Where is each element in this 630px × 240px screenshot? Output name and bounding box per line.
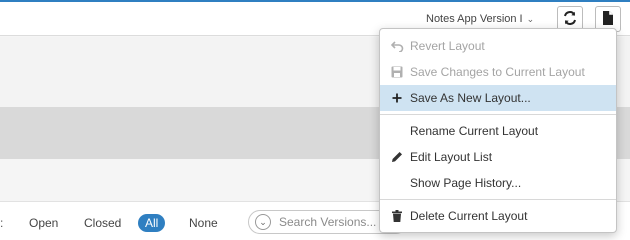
undo-icon	[390, 38, 404, 54]
menu-item-label: Delete Current Layout	[410, 209, 528, 223]
layout-menu: Revert Layout Save Changes to Current La…	[379, 28, 617, 233]
menu-item-label: Edit Layout List	[410, 150, 493, 164]
pencil-icon	[390, 149, 404, 165]
filter-closed[interactable]: Closed	[77, 214, 128, 232]
version-select-label: Notes App Version I	[426, 13, 523, 25]
chevron-down-icon: ⌄	[526, 13, 535, 24]
menu-separator	[380, 114, 616, 115]
search-placeholder: Search Versions...	[279, 215, 377, 229]
refresh-icon	[562, 10, 578, 29]
menu-item-revert-layout[interactable]: Revert Layout	[380, 33, 616, 59]
menu-item-edit-layout-list[interactable]: Edit Layout List	[380, 144, 616, 170]
filter-none[interactable]: None	[182, 214, 225, 232]
menu-item-label: Show Page History...	[410, 176, 522, 190]
floppy-disk-icon	[390, 64, 404, 80]
filter-open[interactable]: Open	[22, 214, 65, 232]
menu-item-label: Save Changes to Current Layout	[410, 65, 585, 79]
top-accent-line	[0, 0, 630, 2]
menu-item-label: Rename Current Layout	[410, 124, 539, 138]
menu-item-save-as-new[interactable]: Save As New Layout...	[380, 85, 616, 111]
filter-label-colon: :	[0, 216, 4, 230]
filter-all[interactable]: All	[138, 214, 166, 232]
version-select[interactable]: Notes App Version I ⌄	[426, 11, 534, 27]
menu-item-label: Save As New Layout...	[410, 91, 531, 105]
menu-item-rename-layout[interactable]: Rename Current Layout	[380, 118, 616, 144]
menu-item-page-history[interactable]: Show Page History...	[380, 170, 616, 196]
document-icon	[601, 10, 615, 29]
menu-item-delete-layout[interactable]: Delete Current Layout	[380, 203, 616, 229]
trash-icon	[390, 208, 404, 224]
menu-separator	[380, 199, 616, 200]
menu-item-save-changes[interactable]: Save Changes to Current Layout	[380, 59, 616, 85]
plus-icon	[390, 90, 404, 106]
chevron-down-icon[interactable]: ⌄	[255, 214, 271, 230]
menu-item-label: Revert Layout	[410, 39, 485, 53]
